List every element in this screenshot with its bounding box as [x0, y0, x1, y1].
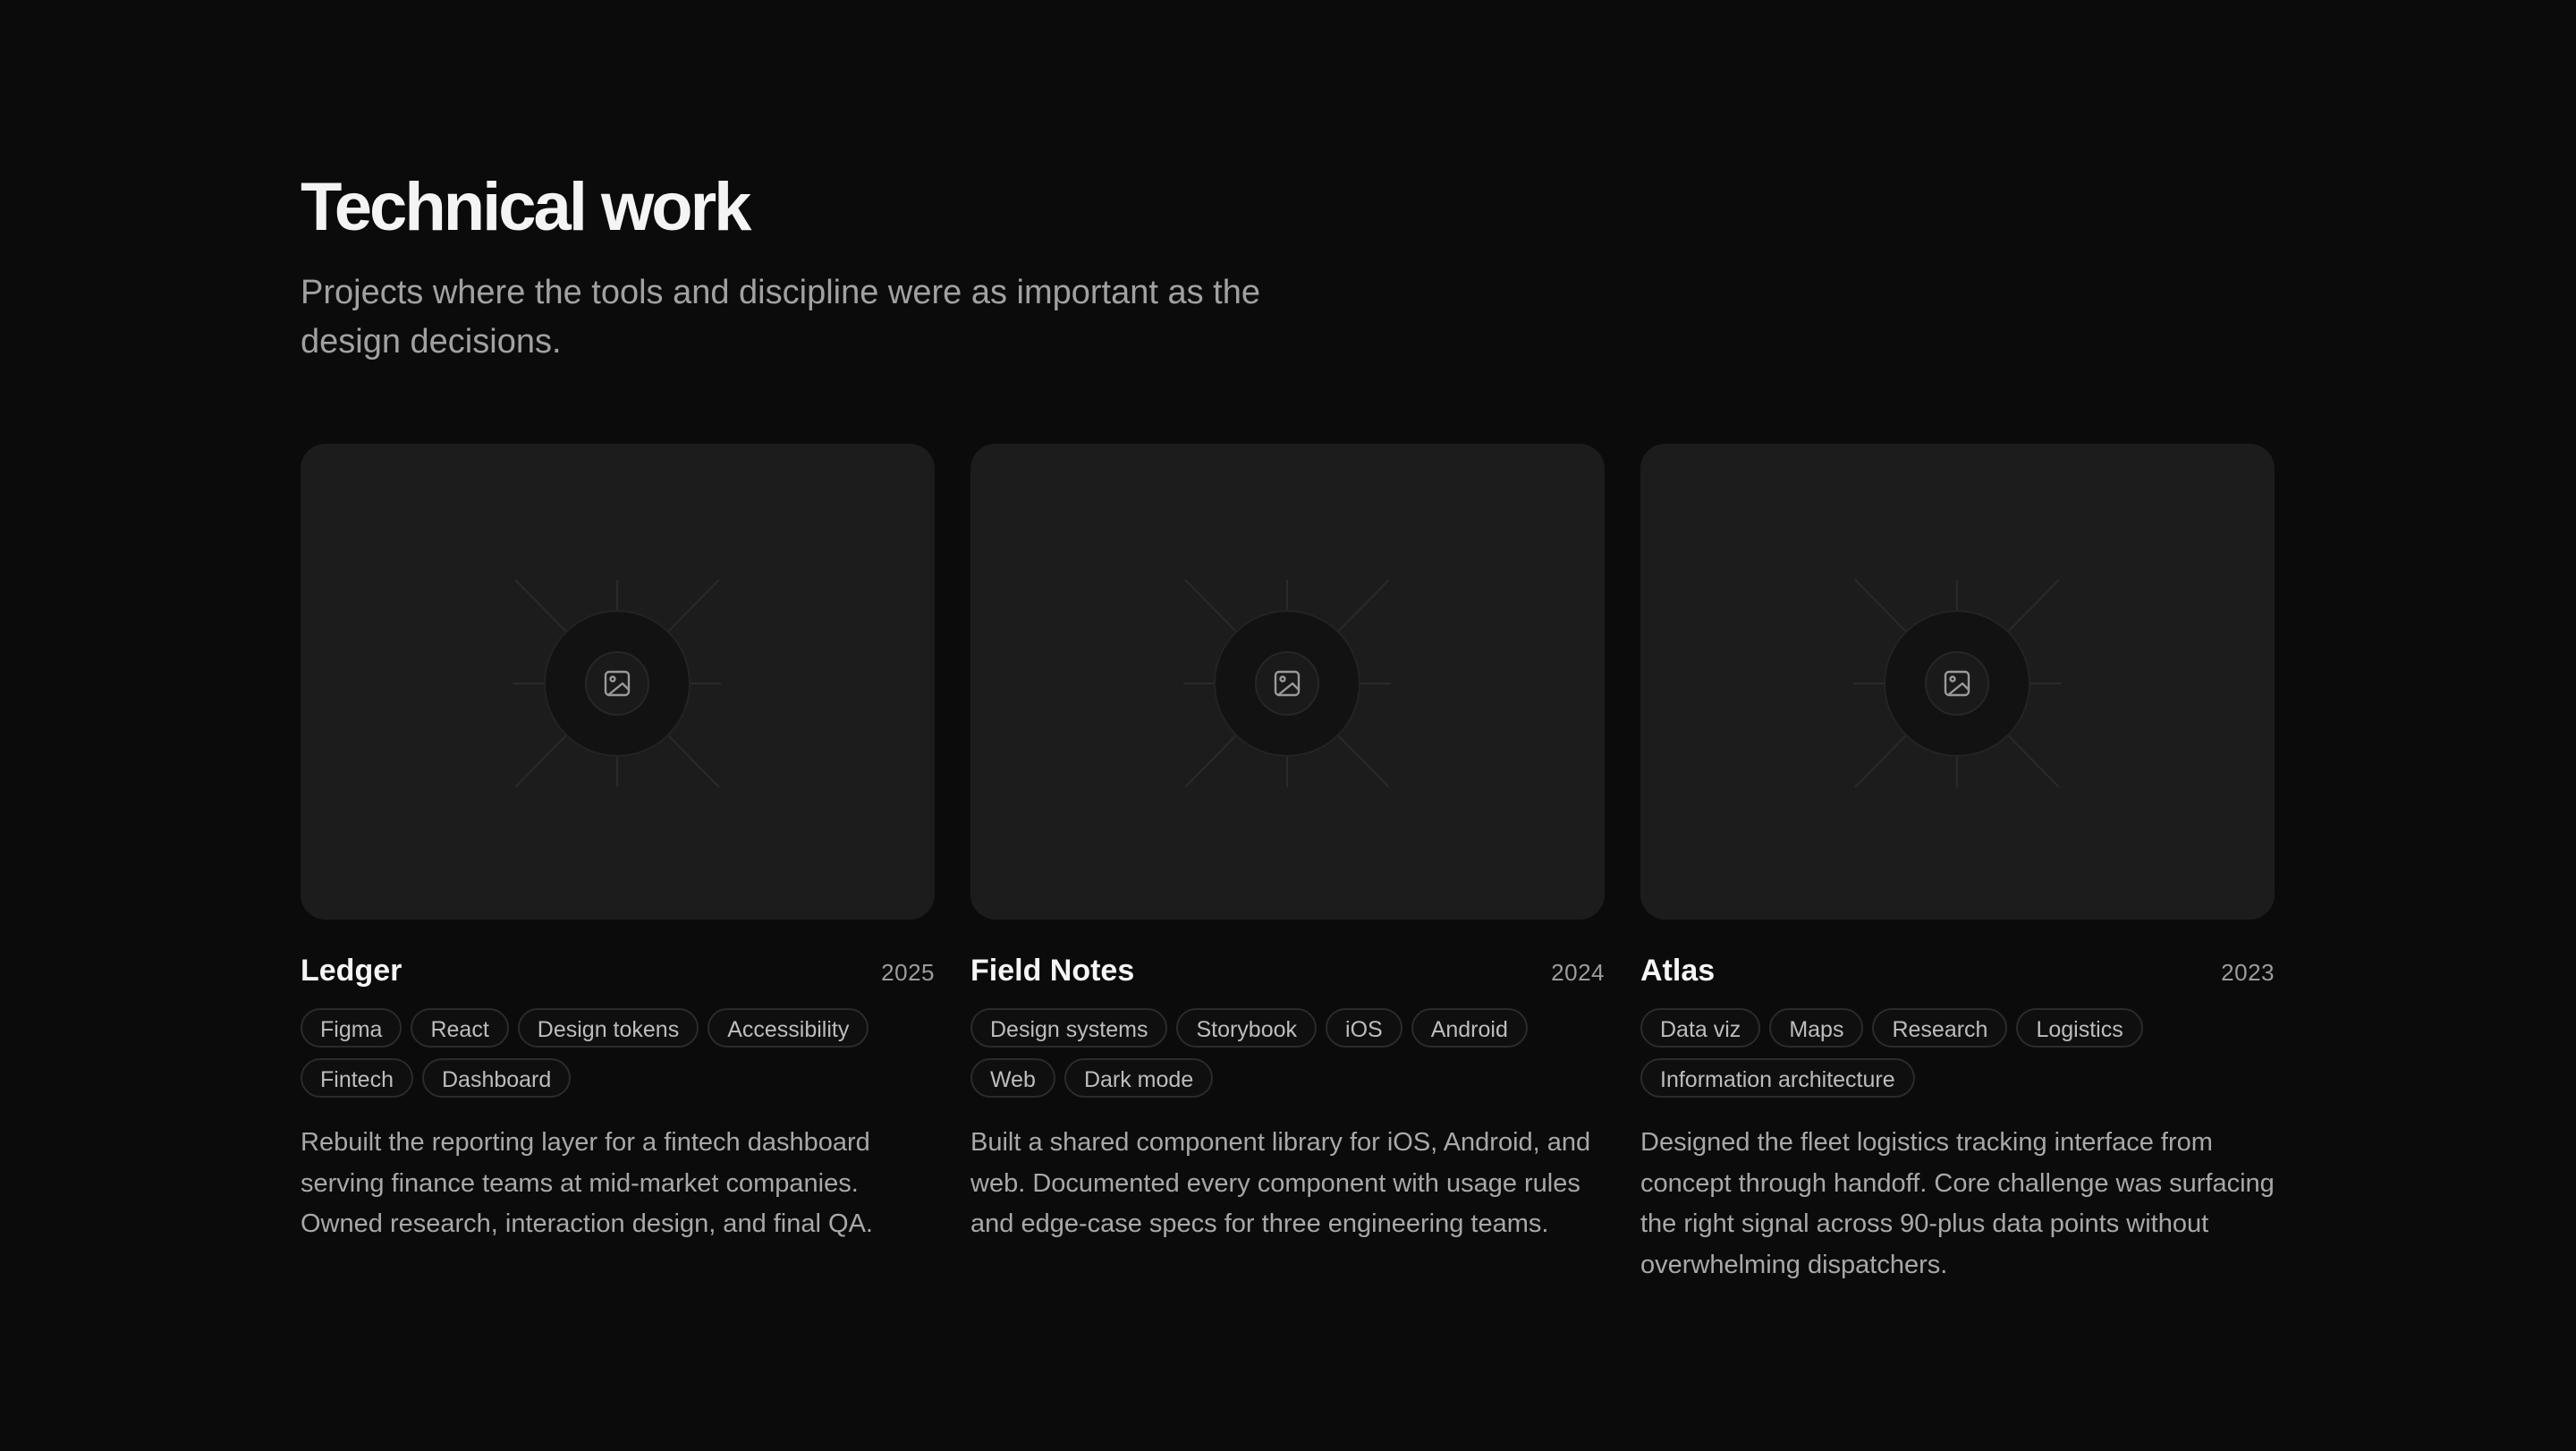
project-thumbnail[interactable]	[301, 444, 935, 920]
section-subtitle: Projects where the tools and discipline …	[301, 274, 1260, 361]
project-description: Designed the fleet logistics tracking in…	[1640, 1128, 2275, 1279]
tag: Information architecture	[1640, 1058, 1915, 1098]
project-title[interactable]: Field Notes	[970, 954, 1134, 989]
project-card-ledger[interactable]: Ledger 2025 Figma React Design tokens Ac…	[301, 444, 935, 1286]
tag: iOS	[1326, 1008, 1402, 1048]
tag: Web	[970, 1058, 1055, 1098]
project-grid: Ledger 2025 Figma React Design tokens Ac…	[301, 444, 2275, 1286]
project-thumbnail[interactable]	[970, 444, 1605, 920]
project-description: Rebuilt the reporting layer for a fintec…	[301, 1128, 873, 1238]
tag-list: Design systems Storybook iOS Android Web…	[970, 1008, 1605, 1098]
tag: Dashboard	[421, 1058, 572, 1098]
tag: Dark mode	[1063, 1058, 1214, 1098]
project-card-atlas[interactable]: Atlas 2023 Data viz Maps Research Logist…	[1640, 444, 2275, 1286]
project-year: 2025	[881, 959, 935, 986]
project-year: 2023	[2221, 959, 2275, 986]
tag: Android	[1411, 1008, 1528, 1048]
image-placeholder-icon	[513, 579, 721, 788]
tag: Fintech	[301, 1058, 413, 1098]
tag-list: Figma React Design tokens Accessibility …	[301, 1008, 935, 1098]
tag: Accessibility	[708, 1008, 869, 1048]
project-card-field-notes[interactable]: Field Notes 2024 Design systems Storyboo…	[970, 444, 1605, 1286]
tag: Design tokens	[517, 1008, 699, 1048]
tag: React	[411, 1008, 509, 1048]
project-title[interactable]: Atlas	[1640, 954, 1715, 989]
image-placeholder-icon	[1853, 579, 2061, 788]
tag: Research	[1872, 1008, 2008, 1048]
section-title: Technical work	[301, 169, 751, 245]
project-thumbnail[interactable]	[1640, 444, 2275, 920]
image-placeholder-icon	[1183, 579, 1391, 788]
tag: Design systems	[970, 1008, 1168, 1048]
project-title[interactable]: Ledger	[301, 954, 402, 989]
project-description: Built a shared component library for iOS…	[970, 1128, 1591, 1238]
project-year: 2024	[1551, 959, 1605, 986]
tag: Logistics	[2016, 1008, 2143, 1048]
tag: Maps	[1769, 1008, 1864, 1048]
technical-work-section: Technical work Projects where the tools …	[301, 168, 2275, 1279]
tag: Storybook	[1176, 1008, 1318, 1048]
tag: Figma	[301, 1008, 402, 1048]
tag: Data viz	[1640, 1008, 1761, 1048]
tag-list: Data viz Maps Research Logistics Informa…	[1640, 1008, 2275, 1098]
